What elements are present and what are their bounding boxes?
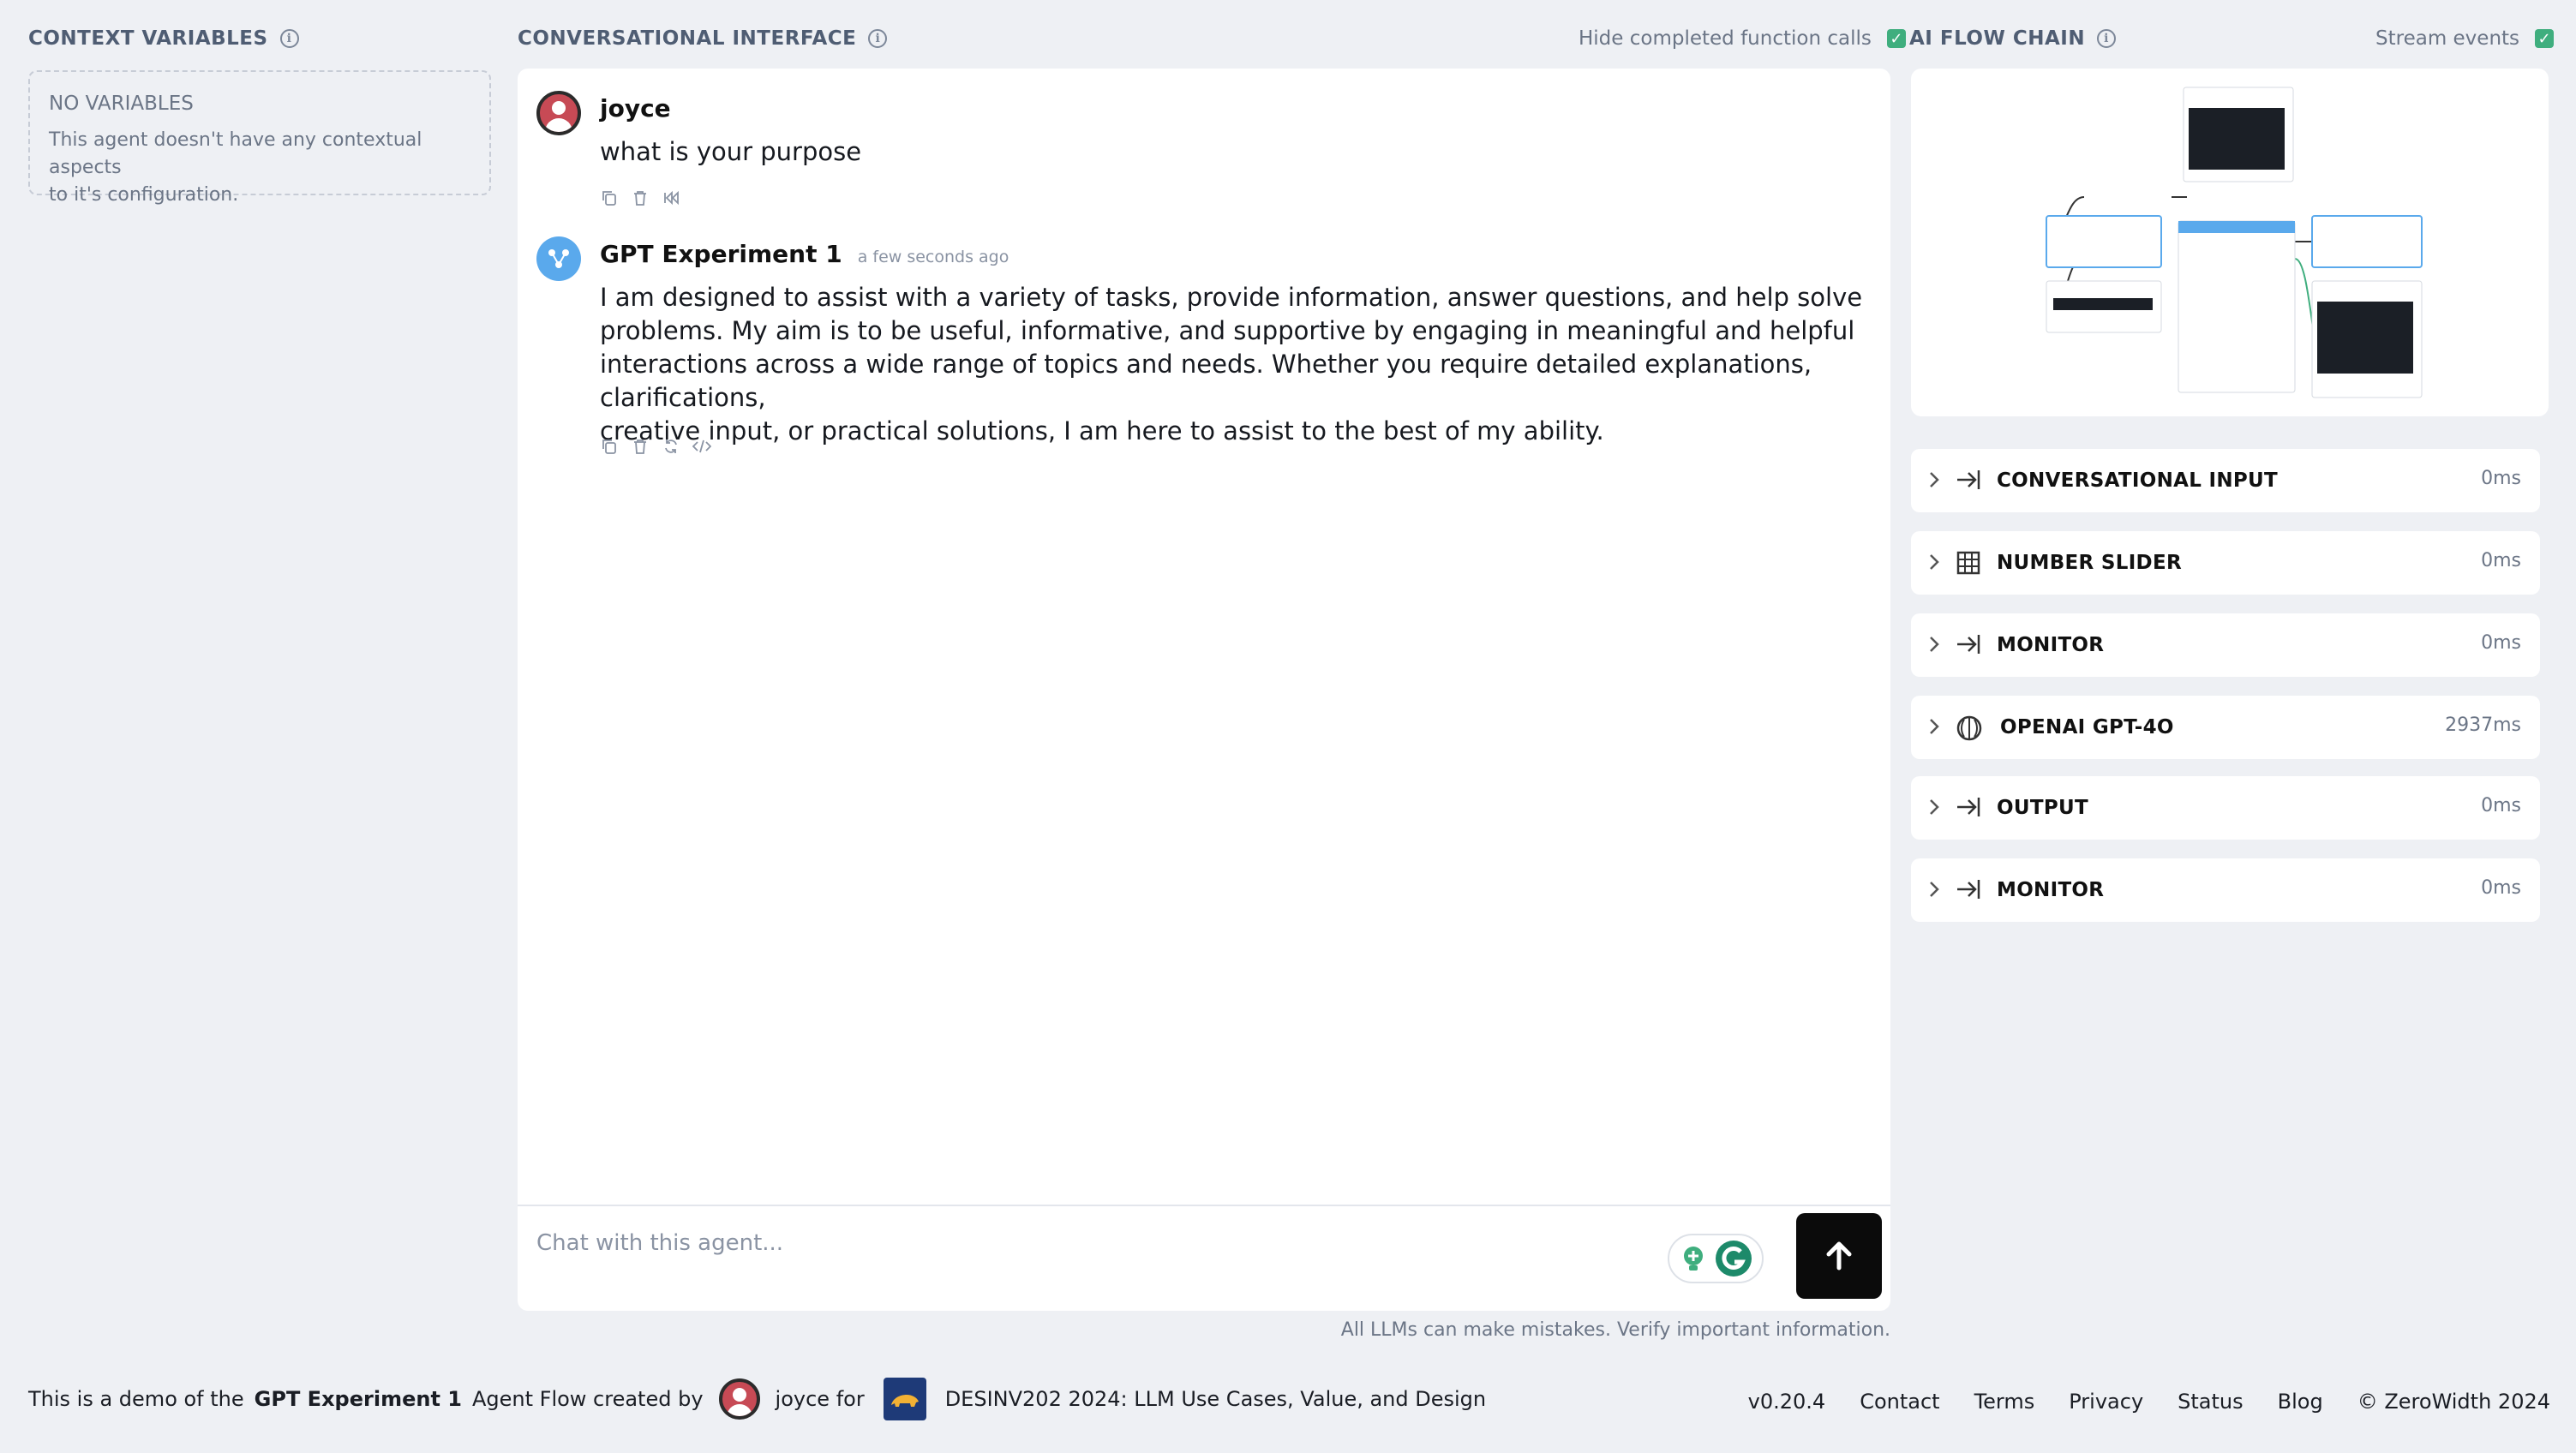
footer-attribution: This is a demo of the GPT Experiment 1 A… — [28, 1378, 1486, 1420]
chain-item-output[interactable]: OUTPUT 0ms — [1911, 776, 2540, 840]
context-variables-title: CONTEXT VARIABLES — [28, 27, 268, 50]
chain-item-duration: 0ms — [2481, 795, 2521, 816]
trash-icon[interactable] — [631, 437, 650, 456]
arrow-to-line-icon — [1957, 880, 1980, 899]
chevron-right-icon — [1930, 472, 1939, 487]
info-icon[interactable]: i — [279, 29, 299, 48]
arrow-to-line-icon — [1957, 635, 1980, 654]
stream-events-checkbox[interactable]: ✓ — [2535, 29, 2555, 48]
llm-disclaimer: All LLMs can make mistakes. Verify impor… — [1340, 1319, 1890, 1341]
chain-item-duration: 0ms — [2481, 550, 2521, 571]
chain-item-duration: 0ms — [2481, 632, 2521, 654]
rewind-icon[interactable] — [662, 188, 680, 207]
hide-completed-label: Hide completed function calls — [1579, 27, 1872, 50]
grammarly-icon — [1716, 1241, 1752, 1277]
copy-icon[interactable] — [600, 437, 619, 456]
stream-events-label: Stream events — [2375, 27, 2520, 50]
version-label: v0.20.4 — [1747, 1390, 1826, 1414]
stream-events-toggle[interactable]: Stream events ✓ — [2375, 27, 2555, 50]
footer-agent-name: GPT Experiment 1 — [254, 1387, 462, 1411]
message-line: I am designed to assist with a variety o… — [600, 283, 1863, 312]
footer-creator[interactable]: joyce for — [776, 1387, 865, 1411]
hide-completed-toggle[interactable]: Hide completed function calls ✓ — [1579, 27, 1906, 50]
arrow-to-line-icon — [1957, 470, 1980, 489]
blog-link[interactable]: Blog — [2278, 1390, 2323, 1414]
chevron-right-icon — [1930, 882, 1939, 897]
info-icon[interactable]: i — [868, 29, 888, 48]
message-text: I am designed to assist with a variety o… — [600, 281, 1873, 448]
message-actions — [600, 188, 680, 207]
ai-flow-chain-title: AI FLOW CHAIN — [1909, 27, 2086, 50]
grid-icon — [1956, 551, 1980, 575]
terms-link[interactable]: Terms — [1974, 1390, 2035, 1414]
user-message: joyce what is your purpose — [536, 91, 1856, 219]
privacy-link[interactable]: Privacy — [2069, 1390, 2143, 1414]
chat-panel: joyce what is your purpose GPT Experimen… — [518, 69, 1890, 1311]
copy-icon[interactable] — [600, 188, 619, 207]
no-variables-description: to it's configuration. — [49, 184, 239, 206]
footer-org-name[interactable]: DESINV202 2024: LLM Use Cases, Value, an… — [945, 1387, 1486, 1411]
chain-item-number-slider[interactable]: NUMBER SLIDER 0ms — [1911, 531, 2540, 595]
chat-divider — [518, 1205, 1890, 1206]
message-line: creative input, or practical solutions, … — [600, 416, 1604, 445]
chat-input[interactable] — [536, 1222, 1650, 1265]
chain-item-label: OPENAI GPT-4O — [2000, 716, 2174, 738]
chain-item-label: MONITOR — [1997, 879, 2105, 901]
chevron-right-icon — [1930, 637, 1939, 652]
message-line: interactions across a wide range of topi… — [600, 350, 1812, 412]
conversational-interface-title: CONVERSATIONAL INTERFACE — [518, 27, 857, 50]
arrow-up-icon — [1826, 1241, 1852, 1271]
contact-link[interactable]: Contact — [1860, 1390, 1939, 1414]
assistant-message: GPT Experiment 1a few seconds ago I am d… — [536, 236, 1873, 528]
arrow-to-line-icon — [1957, 798, 1980, 816]
message-line: problems. My aim is to be useful, inform… — [600, 316, 1855, 345]
no-variables-box: NO VARIABLES This agent doesn't have any… — [28, 70, 491, 206]
copyright-label: © ZeroWidth 2024 — [2357, 1390, 2550, 1414]
code-icon[interactable] — [692, 437, 711, 456]
user-avatar — [536, 91, 581, 135]
chain-item-conversational-input[interactable]: CONVERSATIONAL INPUT 0ms — [1911, 449, 2540, 512]
org-logo-icon[interactable] — [883, 1378, 926, 1420]
message-author: GPT Experiment 1a few seconds ago — [600, 240, 1009, 268]
creator-avatar[interactable] — [718, 1378, 760, 1420]
no-variables-description: This agent doesn't have any contextual a… — [49, 129, 422, 178]
flow-diagram-preview[interactable] — [1911, 69, 2549, 416]
chain-item-label: OUTPUT — [1997, 797, 2088, 819]
chain-item-duration: 0ms — [2481, 877, 2521, 899]
footer-middle: Agent Flow created by — [471, 1387, 704, 1411]
message-text: what is your purpose — [600, 137, 862, 166]
refresh-icon[interactable] — [662, 437, 680, 456]
send-button[interactable] — [1796, 1213, 1882, 1299]
chain-item-label: MONITOR — [1997, 634, 2105, 656]
no-variables-title: NO VARIABLES — [49, 93, 194, 115]
message-timestamp: a few seconds ago — [857, 248, 1009, 266]
message-author: joyce — [600, 94, 671, 123]
flow-diagram — [2046, 87, 2423, 398]
grammarly-widget[interactable] — [1668, 1234, 1764, 1283]
chain-item-openai-gpt-4o[interactable]: OPENAI GPT-4O 2937ms — [1911, 696, 2540, 759]
footer-prefix: This is a demo of the — [28, 1387, 244, 1411]
context-variables-header: CONTEXT VARIABLES i — [28, 27, 299, 50]
openai-icon — [1956, 715, 1982, 741]
hide-completed-checkbox[interactable]: ✓ — [1886, 29, 1906, 48]
message-actions — [600, 437, 711, 456]
footer-links: v0.20.4 Contact Terms Privacy Status Blo… — [1748, 1390, 2550, 1414]
status-link[interactable]: Status — [2178, 1390, 2243, 1414]
chevron-right-icon — [1930, 799, 1939, 815]
chevron-right-icon — [1930, 554, 1939, 570]
conversational-interface-header: CONVERSATIONAL INTERFACE i — [518, 27, 888, 50]
chain-item-label: NUMBER SLIDER — [1997, 552, 2182, 574]
trash-icon[interactable] — [631, 188, 650, 207]
chain-item-label: CONVERSATIONAL INPUT — [1997, 469, 2279, 492]
chain-item-duration: 0ms — [2481, 468, 2521, 489]
ai-flow-chain-header: AI FLOW CHAIN i — [1909, 27, 2117, 50]
agent-avatar — [536, 236, 581, 281]
chain-item-monitor[interactable]: MONITOR 0ms — [1911, 613, 2540, 677]
chain-item-monitor-2[interactable]: MONITOR 0ms — [1911, 858, 2540, 922]
chain-item-duration: 2937ms — [2445, 715, 2521, 736]
lightbulb-icon — [1684, 1247, 1703, 1271]
info-icon[interactable]: i — [2097, 29, 2117, 48]
chevron-right-icon — [1930, 719, 1939, 734]
